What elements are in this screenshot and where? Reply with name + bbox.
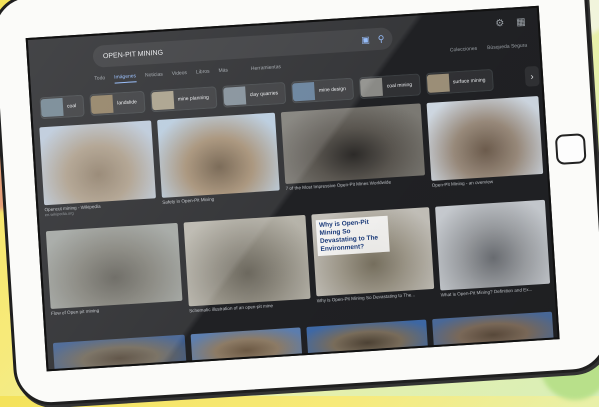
safesearch-link[interactable]: Búsqueda Segura [487, 43, 527, 52]
result-thumbnail[interactable] [426, 95, 544, 181]
tablet-frame: OPEN-PIT MINING ▣ ⚲ ⚙ ▦ Colecciones Búsq… [0, 0, 599, 407]
image-result[interactable] [432, 311, 554, 350]
tools-button[interactable]: Herramientas [251, 64, 282, 75]
result-thumbnail[interactable] [39, 120, 156, 206]
result-thumbnail[interactable] [157, 112, 280, 198]
chip-label: mine design [318, 86, 347, 94]
search-icon[interactable]: ⚲ [377, 33, 385, 45]
thumbnail-caption: Why is Open-Pit Mining So Devastating to… [315, 215, 390, 257]
gear-icon[interactable]: ⚙ [495, 18, 505, 30]
chip-label: clay quarries [249, 90, 279, 99]
related-chip[interactable]: mine design [291, 77, 355, 104]
home-button[interactable] [554, 133, 587, 165]
image-result[interactable] [306, 319, 429, 357]
result-thumbnail[interactable] [306, 319, 429, 357]
search-input[interactable]: OPEN-PIT MINING ▣ ⚲ [92, 27, 394, 68]
tab-more[interactable]: Más [218, 67, 228, 77]
image-result[interactable]: Opencut mining - Wikipedia en.wikipedia.o… [39, 120, 156, 217]
image-result[interactable] [190, 327, 303, 365]
image-result[interactable]: What is Open-Pit Mining? Definition and … [435, 199, 551, 298]
related-chip[interactable]: clay quarries [222, 81, 287, 108]
image-result[interactable]: Schematic illustration of an open-pit mi… [183, 214, 311, 313]
chip-thumbnail [292, 82, 316, 102]
chip-thumbnail [426, 73, 450, 93]
image-result[interactable]: Open-Pit Mining - an overview [426, 95, 544, 188]
browser-screen: OPEN-PIT MINING ▣ ⚲ ⚙ ▦ Colecciones Búsq… [25, 5, 560, 372]
result-thumbnail[interactable] [435, 199, 551, 291]
tablet-device: OPEN-PIT MINING ▣ ⚲ ⚙ ▦ Colecciones Búsq… [0, 0, 599, 407]
tab-images[interactable]: Imágenes [113, 73, 137, 84]
image-result[interactable] [52, 334, 187, 372]
related-chip[interactable]: landslide [89, 90, 146, 117]
tab-all[interactable]: Todo [94, 75, 105, 85]
chip-label: coal [66, 103, 77, 110]
related-chip[interactable]: mine planning [150, 86, 218, 113]
tab-videos[interactable]: Videos [172, 70, 188, 80]
related-chip[interactable]: surface mining [425, 68, 495, 96]
collections-link[interactable]: Colecciones [450, 46, 478, 54]
chip-thumbnail [223, 86, 247, 106]
chip-thumbnail [40, 97, 64, 118]
result-thumbnail[interactable] [183, 214, 311, 307]
result-thumbnail[interactable] [280, 103, 426, 185]
image-result[interactable]: 7 of the Most Impressive Open-Pit Mines … [280, 103, 426, 191]
chip-label: landslide [116, 99, 138, 107]
chip-label: coal mining [386, 81, 413, 90]
result-thumbnail[interactable]: Why is Open-Pit Mining So Devastating to… [311, 207, 435, 297]
tab-news[interactable]: Noticias [145, 72, 163, 82]
search-tabs: Todo Imágenes Noticias Videos Libros Más… [94, 64, 281, 85]
result-thumbnail[interactable] [432, 311, 554, 350]
image-result[interactable]: Why is Open-Pit Mining So Devastating to… [311, 207, 435, 303]
result-thumbnail[interactable] [45, 222, 183, 310]
result-thumbnail[interactable] [190, 327, 303, 365]
chip-thumbnail [151, 90, 175, 111]
image-results-grid: Opencut mining - Wikipedia en.wikipedia.o… [33, 92, 557, 372]
chevron-right-icon[interactable]: › [524, 65, 540, 87]
chip-thumbnail [360, 77, 384, 98]
image-result[interactable]: Flow of Open pit mining [45, 222, 183, 316]
apps-grid-icon[interactable]: ▦ [516, 17, 526, 29]
related-chip[interactable]: coal [39, 94, 85, 120]
result-thumbnail[interactable] [52, 334, 187, 372]
chip-thumbnail [90, 94, 114, 115]
related-chip[interactable]: coal mining [359, 73, 421, 100]
camera-icon[interactable]: ▣ [361, 33, 370, 46]
tab-books[interactable]: Libros [196, 69, 210, 79]
search-query: OPEN-PIT MINING [102, 48, 164, 60]
chip-label: surface mining [452, 77, 486, 86]
chip-label: mine planning [177, 94, 210, 103]
image-result[interactable]: Safety in Open-Pit Mining [157, 112, 280, 205]
